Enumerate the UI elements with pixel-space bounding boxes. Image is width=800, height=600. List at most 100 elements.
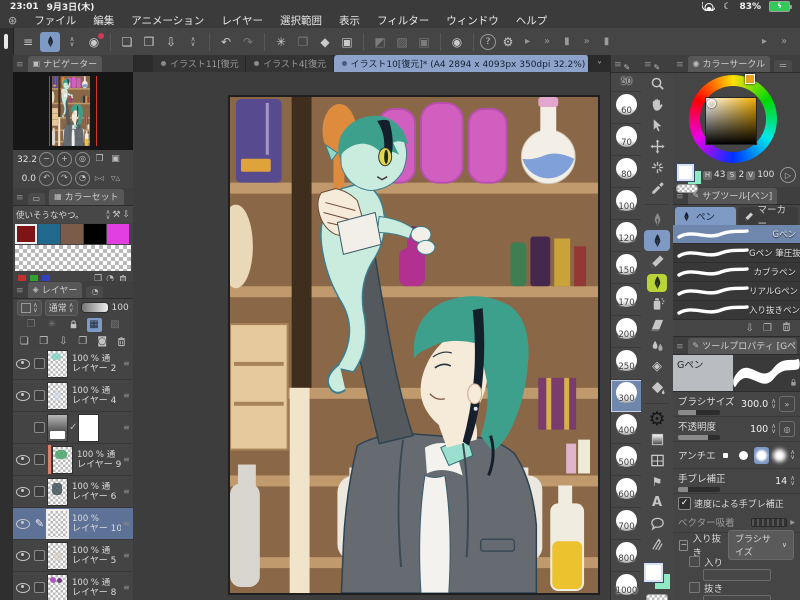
empty-swatch-area[interactable] xyxy=(15,245,131,271)
canvas-document[interactable] xyxy=(230,97,598,593)
delete-layer-button[interactable] xyxy=(115,335,130,349)
mask-enable-icon[interactable]: ▨ xyxy=(108,318,123,332)
brush-size-item[interactable]: 50 xyxy=(611,73,642,92)
layer-checkbox[interactable] xyxy=(34,422,45,433)
hand-tool[interactable] xyxy=(641,94,673,115)
layer-drag-handle[interactable]: ≡ xyxy=(123,391,133,400)
color-wheel-menu-icon[interactable]: ≡ xyxy=(676,60,684,70)
color-set-menu-icon[interactable]: ≡ xyxy=(16,193,24,203)
layer-row[interactable]: 100 % 通レイヤー 2 ≡ xyxy=(13,348,133,380)
layer-thumbnail[interactable] xyxy=(47,541,68,570)
antialias-middle-button[interactable] xyxy=(754,446,770,464)
tab-layer[interactable]: ◈ レイヤー xyxy=(27,282,83,298)
layer-visible-icon[interactable] xyxy=(16,550,30,561)
clip-to-layer-icon[interactable]: ❐ xyxy=(24,318,39,332)
flip-vertical-button[interactable]: ▽△ xyxy=(109,172,122,185)
open-file-button[interactable]: ❒ xyxy=(139,32,159,52)
menu-view[interactable]: 表示 xyxy=(339,13,360,28)
pen-tool-selected[interactable] xyxy=(644,230,670,251)
menu-window[interactable]: ウィンドウ xyxy=(446,13,499,28)
layer-row[interactable]: 100 % 通レイヤー 6 ≡ xyxy=(13,476,133,508)
opacity-value[interactable]: 100 xyxy=(750,424,768,435)
layer-row[interactable]: 100 % 通レイヤー 9 ≡ xyxy=(13,444,133,476)
opacity-stepper[interactable]: ∧ ∨ xyxy=(771,423,776,435)
in-value-bar[interactable] xyxy=(703,568,771,581)
layer-palette-dropdown[interactable]: ∧ ∨ xyxy=(17,299,42,316)
tab-color-slider-right[interactable]: ≔ xyxy=(774,60,793,72)
stabilize-value[interactable]: 14 xyxy=(775,476,787,487)
decoration-tool[interactable] xyxy=(641,272,673,293)
fill-tool[interactable] xyxy=(641,377,673,398)
sub-tool-item[interactable]: 入り抜きペン xyxy=(673,301,800,320)
transparent-pill[interactable] xyxy=(676,184,698,193)
brush-size-item[interactable]: 60 xyxy=(611,92,642,124)
swatch-dark-red[interactable] xyxy=(15,224,37,244)
layer-thumbnail[interactable] xyxy=(47,381,68,410)
brush-size-item[interactable]: 500 xyxy=(611,444,642,476)
dock-toggle-bar2-icon[interactable]: ▮ xyxy=(604,36,610,47)
out-value-bar[interactable] xyxy=(703,594,771,600)
brush-size-item[interactable]: 80 xyxy=(611,156,642,188)
new-folder-button[interactable]: ❒ xyxy=(37,335,52,349)
layer-row[interactable]: 100 % 通レイヤー 4 ≡ xyxy=(13,380,133,412)
rotate-reset-button[interactable]: ◔ xyxy=(75,171,90,186)
wheel-color-chips[interactable] xyxy=(676,163,701,193)
duplicate-sub-tool-icon[interactable]: ❐ xyxy=(763,323,772,334)
blend-mode-dropdown[interactable]: 通常 ∧ ∨ xyxy=(44,299,78,316)
lock-layer-icon[interactable] xyxy=(66,318,81,332)
zoom-in-button[interactable]: + xyxy=(57,152,72,167)
lock-transparent-icon[interactable]: ▦ xyxy=(86,317,102,332)
layer-checkbox[interactable] xyxy=(34,582,45,593)
brush-size-slider[interactable] xyxy=(678,409,720,415)
tab-marker-group[interactable]: マーカー xyxy=(737,205,798,230)
preset-name[interactable]: 使いそうなやつ。 xyxy=(16,209,104,221)
import-color-set-icon[interactable]: ⇩ xyxy=(122,210,130,220)
brush-size-item[interactable]: 70 xyxy=(611,124,642,156)
in-checkbox[interactable] xyxy=(689,556,700,567)
layer-mask-button[interactable]: ◙ xyxy=(95,335,110,349)
menu-animation[interactable]: アニメーション xyxy=(131,13,204,28)
layer-visible-icon[interactable] xyxy=(16,582,30,593)
touch-gesture-button[interactable]: ◉ xyxy=(447,32,467,52)
hsv-mode-toggle[interactable]: ▷ xyxy=(780,167,796,183)
balloon-tool[interactable] xyxy=(641,513,673,534)
auto-select-tool[interactable] xyxy=(641,157,673,178)
document-tab[interactable]: イラスト11[復元 xyxy=(153,55,247,72)
opacity-link-button[interactable]: ◎ xyxy=(779,421,795,437)
dock-toggle-play-icon[interactable]: ▸ xyxy=(525,36,530,47)
layer-checkbox[interactable] xyxy=(34,550,45,561)
menu-edit[interactable]: 編集 xyxy=(93,13,114,28)
flow-line-tool[interactable] xyxy=(641,534,673,555)
flip-horizontal-button[interactable]: ▷◁ xyxy=(93,172,106,185)
layer-visible-icon[interactable] xyxy=(16,518,30,529)
dock-toggle-play-right-icon[interactable]: ▸ xyxy=(762,36,767,47)
snapshot-button[interactable]: ❐ xyxy=(293,32,313,52)
navigator-menu-icon[interactable]: ≡ xyxy=(16,60,24,70)
dock-toggle-bar-icon[interactable]: ▮ xyxy=(564,36,570,47)
brush-size-item[interactable]: 200 xyxy=(611,316,642,348)
layer-thumbnail[interactable] xyxy=(47,477,68,506)
edge-panel-handle[interactable] xyxy=(4,34,8,49)
saturation-value-square[interactable] xyxy=(705,97,757,145)
vector-snap-expand-icon[interactable]: ▸ xyxy=(790,517,795,528)
speed-stabilize-checkbox[interactable]: ✓ xyxy=(678,496,691,510)
lock-icon[interactable] xyxy=(789,378,798,390)
layer-drag-handle[interactable]: ≡ xyxy=(123,455,133,464)
swatch-magenta[interactable] xyxy=(107,224,129,244)
antialias-weak-button[interactable] xyxy=(736,447,751,464)
brush-tool[interactable] xyxy=(641,209,673,230)
collapse-icon[interactable]: − xyxy=(679,539,689,551)
wheel-foreground-chip[interactable] xyxy=(676,163,695,182)
deselect-button[interactable]: ◩ xyxy=(370,32,390,52)
brush-size-item-selected[interactable]: 300 xyxy=(611,380,642,412)
sv-marker[interactable] xyxy=(707,99,716,108)
modifier-settings-button[interactable]: ⚙ xyxy=(498,32,518,52)
opacity-slider[interactable] xyxy=(678,434,720,440)
delete-sub-tool-icon[interactable] xyxy=(781,321,792,335)
brush-size-item[interactable]: 150 xyxy=(611,252,642,284)
dock-toggle-ff-icon[interactable]: » xyxy=(544,36,550,47)
mask-thumbnail[interactable] xyxy=(78,413,100,442)
tab-navigator[interactable]: ▣ ナビゲーター xyxy=(27,56,103,72)
layer-thumbnail[interactable] xyxy=(47,349,68,378)
text-tool[interactable]: A xyxy=(641,492,673,513)
